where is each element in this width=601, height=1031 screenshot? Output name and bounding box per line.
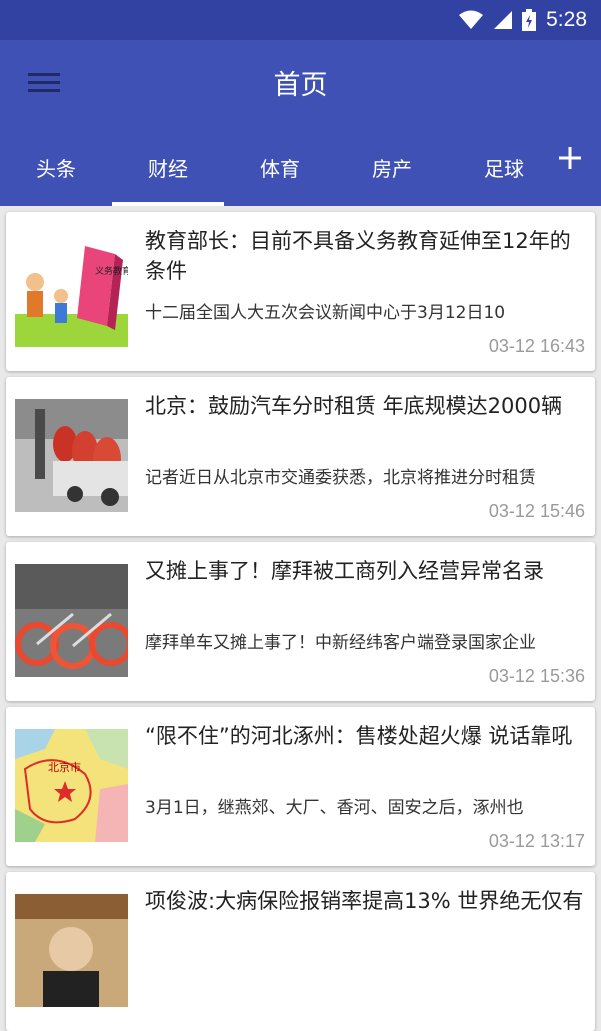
menu-icon[interactable] [28,68,60,96]
news-time: 03-12 15:36 [488,666,585,686]
wifi-icon [458,9,484,31]
tab-headlines[interactable]: 头条 [0,129,112,206]
news-list: 义务教育 教育部长：目前不具备义务教育延伸至12年的条件 十二届全国人大五次会议… [0,206,601,1031]
status-bar: 5:28 [0,0,601,40]
status-time: 5:28 [546,8,587,31]
add-tab-icon[interactable] [557,145,583,171]
news-summary: 摩拜单车又摊上事了！中新经纬客户端登录国家企业 [145,633,536,653]
tab-finance[interactable]: 财经 [112,129,224,206]
news-summary: 3月1日，继燕郊、大厂、香河、固安之后，涿州也 [145,798,524,818]
thumb-text: 义务教育 [95,265,128,277]
news-item[interactable]: 义务教育 教育部长：目前不具备义务教育延伸至12年的条件 十二届全国人大五次会议… [6,212,595,371]
tab-bar: 头条 财经 体育 房产 足球 [0,125,601,206]
news-thumbnail [15,399,128,512]
tab-football[interactable]: 足球 [448,129,560,206]
news-time: 03-12 13:17 [488,831,585,851]
tab-sports[interactable]: 体育 [224,129,336,206]
news-item[interactable]: 北京：鼓励汽车分时租赁 年底规模达2000辆 记者近日从北京市交通委获悉，北京将… [6,377,595,536]
news-title: 北京：鼓励汽车分时租赁 年底规模达2000辆 [145,394,563,418]
battery-icon [522,9,537,31]
news-item[interactable]: 北京市 “限不住”的河北涿州：售楼处超火爆 说话靠吼 3月1日，继燕郊、大厂、香… [6,707,595,866]
news-thumbnail [15,564,128,677]
news-time: 03-12 16:43 [488,336,585,356]
news-thumbnail [15,894,128,1007]
news-title: “限不住”的河北涿州：售楼处超火爆 说话靠吼 [145,724,573,748]
news-title: 教育部长：目前不具备义务教育延伸至12年的条件 [145,229,571,283]
thumb-text: 北京市 [48,760,81,774]
news-thumbnail: 义务教育 [15,234,128,347]
news-time: 03-12 15:46 [488,501,585,521]
news-summary: 记者近日从北京市交通委获悉，北京将推进分时租赁 [145,468,536,488]
tab-realestate[interactable]: 房产 [336,129,448,206]
news-title: 又摊上事了！摩拜被工商列入经营异常名录 [145,559,544,583]
page-title: 首页 [273,70,328,101]
news-summary: 十二届全国人大五次会议新闻中心于3月12日10 [145,303,506,323]
news-item[interactable]: 又摊上事了！摩拜被工商列入经营异常名录 摩拜单车又摊上事了！中新经纬客户端登录国… [6,542,595,701]
news-thumbnail: 北京市 [15,729,128,842]
app-bar: 首页 [0,40,601,125]
news-title: 项俊波:大病保险报销率提高13% 世界绝无仅有 [145,889,584,913]
news-item[interactable]: 项俊波:大病保险报销率提高13% 世界绝无仅有 [6,872,595,1031]
signal-icon [492,9,514,31]
